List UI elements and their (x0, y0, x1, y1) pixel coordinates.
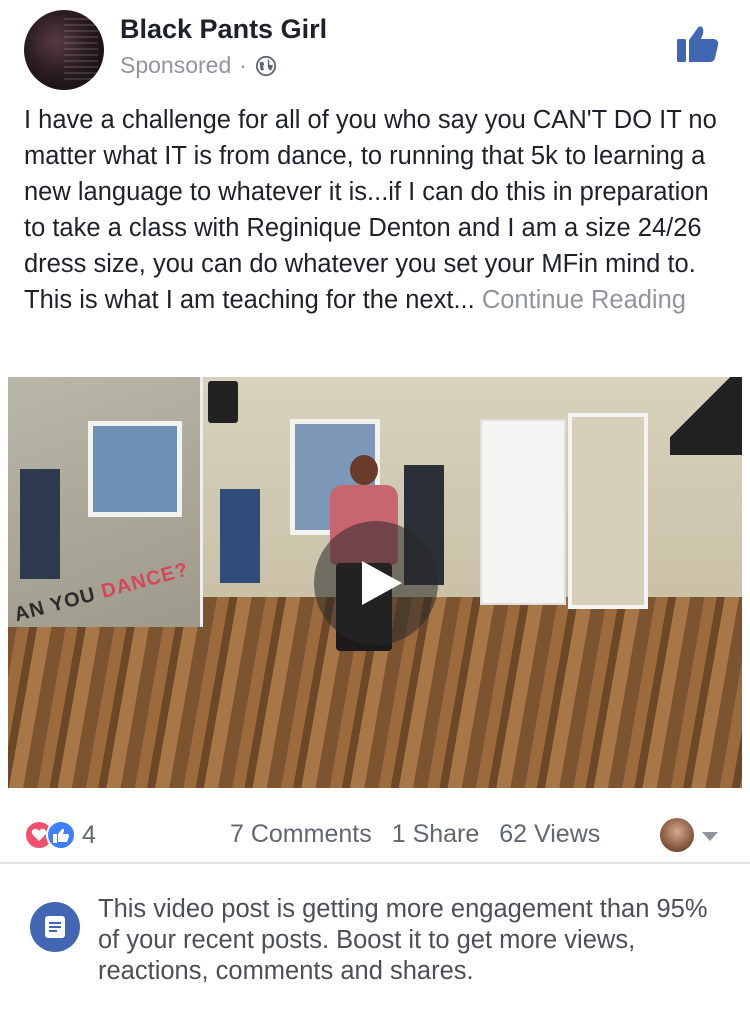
continue-reading-link[interactable]: Continue Reading (482, 286, 686, 314)
video-doorway (568, 413, 648, 609)
video-window-left (88, 421, 182, 517)
engagement-counts: 7 Comments 1 Share 62 Views (230, 820, 600, 849)
play-icon (362, 561, 402, 605)
dancer-head (350, 455, 378, 485)
comments-count[interactable]: 7 Comments (230, 820, 372, 849)
video-mat-center (220, 489, 260, 583)
video-speaker (208, 381, 238, 423)
post-text: I have a challenge for all of you who sa… (24, 102, 730, 318)
post-header: Black Pants Girl Sponsored · (0, 0, 750, 100)
boost-insight[interactable]: This video post is getting more engageme… (0, 864, 750, 1011)
viewer-avatar[interactable] (660, 818, 694, 852)
post-stats: 4 7 Comments 1 Share 62 Views (0, 808, 750, 862)
post-body: I have a challenge for all of you who sa… (24, 106, 717, 314)
play-button[interactable] (314, 521, 438, 645)
video-player[interactable]: AN YOU DANCE? (8, 377, 742, 788)
reactions-summary[interactable]: 4 (24, 820, 96, 850)
insight-text: This video post is getting more engageme… (98, 895, 708, 985)
sponsored-label[interactable]: Sponsored (120, 52, 231, 79)
meta-separator: · (239, 52, 247, 78)
author-name[interactable]: Black Pants Girl (120, 14, 327, 45)
views-count[interactable]: 62 Views (499, 820, 600, 849)
video-mat-left (20, 469, 60, 579)
thumbs-up-icon[interactable] (676, 24, 720, 64)
shares-count[interactable]: 1 Share (392, 820, 480, 849)
document-icon (30, 902, 80, 952)
author-avatar[interactable] (24, 10, 104, 90)
chevron-down-icon[interactable] (702, 832, 718, 841)
globe-icon (255, 55, 277, 76)
like-icon (46, 820, 76, 850)
reaction-count: 4 (82, 820, 96, 849)
post-meta: Sponsored · (120, 52, 277, 79)
video-wall-art (670, 377, 742, 455)
video-door (480, 419, 566, 605)
